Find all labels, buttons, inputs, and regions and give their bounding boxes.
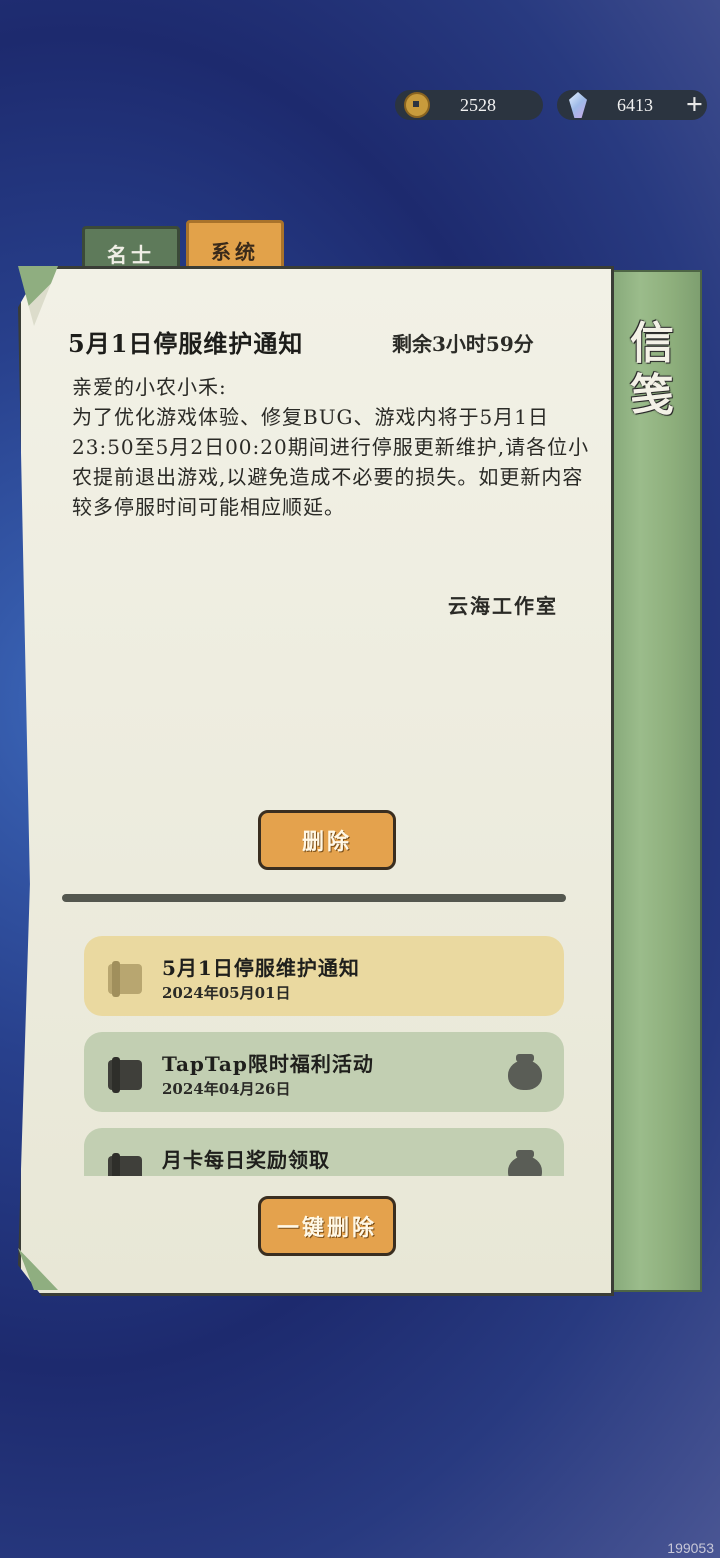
reward-pouch-icon	[508, 1054, 542, 1090]
notice-remaining-time: 剩余3小时59分	[392, 332, 534, 356]
add-gems-plus-icon[interactable]: +	[686, 90, 703, 120]
reward-pouch-icon	[508, 1150, 542, 1176]
notice-body: 亲爱的小农小禾: 为了优化游戏体验、修复BUG、游戏内将于5月1日23:50至5…	[72, 372, 592, 522]
coin-counter: 2528	[395, 90, 543, 120]
mail-item-title: TapTap限时福利活动	[162, 1052, 374, 1076]
delete-button[interactable]: 删除	[258, 810, 396, 870]
coin-value: 2528	[460, 94, 496, 115]
scroll-icon	[108, 1057, 142, 1093]
notice-title: 5月1日停服维护通知	[68, 329, 304, 358]
mail-item-date: 2024年04月26日	[162, 1080, 291, 1098]
scroll-icon	[108, 1153, 142, 1176]
notice-paragraph: 为了优化游戏体验、修复BUG、游戏内将于5月1日23:50至5月2日00:20期…	[72, 405, 590, 519]
gem-counter: 6413 +	[557, 90, 707, 120]
notice-greeting: 亲爱的小农小禾:	[72, 375, 227, 399]
mail-item-title: 月卡每日奖励领取	[162, 1148, 330, 1172]
scroll-icon	[108, 961, 142, 997]
delete-all-button[interactable]: 一键删除	[258, 1196, 396, 1256]
notice-signature: 云海工作室	[448, 594, 558, 618]
mail-list[interactable]: 5月1日停服维护通知 2024年05月01日 TapTap限时福利活动 2024…	[84, 936, 564, 1176]
side-title: 信笺	[630, 318, 674, 421]
gem-value: 6413	[617, 94, 653, 115]
mail-item-date: 2024年05月01日	[162, 984, 291, 1002]
mail-item[interactable]: 月卡每日奖励领取	[84, 1128, 564, 1176]
side-strip	[600, 270, 702, 1292]
watermark: 199053	[667, 1540, 714, 1556]
mail-item[interactable]: TapTap限时福利活动 2024年04月26日	[84, 1032, 564, 1112]
gem-icon	[569, 92, 587, 118]
ink-divider	[62, 894, 566, 902]
mail-item-title: 5月1日停服维护通知	[162, 956, 360, 980]
mail-item[interactable]: 5月1日停服维护通知 2024年05月01日	[84, 936, 564, 1016]
coin-icon	[404, 92, 430, 118]
